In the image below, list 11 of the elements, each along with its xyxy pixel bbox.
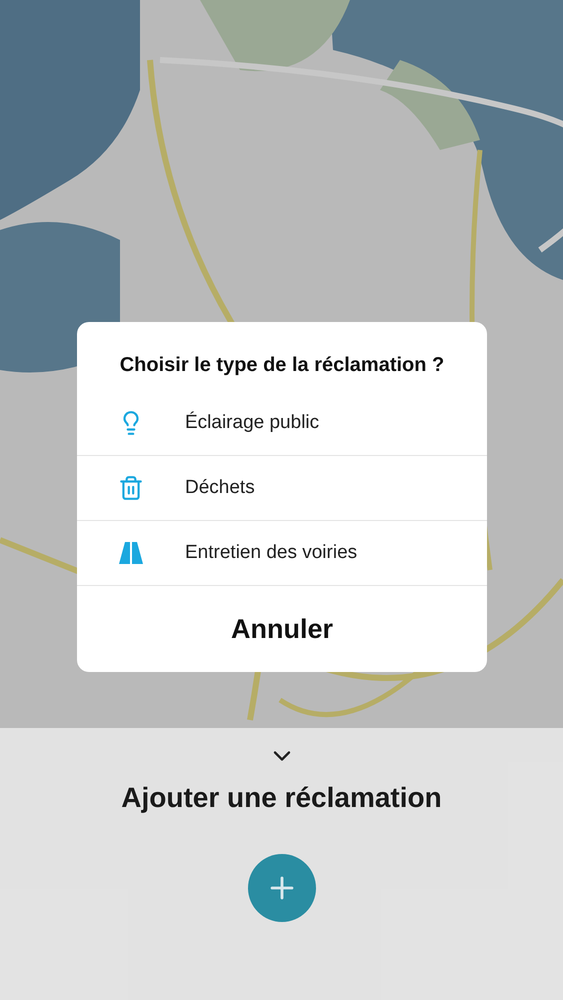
option-item[interactable]: Déchets: [77, 456, 487, 521]
option-label: Déchets: [185, 477, 255, 499]
dialog-title: Choisir le type de la réclamation ?: [118, 353, 446, 378]
cancel-button[interactable]: Annuler: [77, 586, 487, 672]
trash-icon: [118, 475, 144, 501]
panel-title: Ajouter une réclamation: [121, 782, 442, 814]
option-label: Entretien des voiries: [185, 542, 358, 564]
option-item[interactable]: Éclairage public: [77, 391, 487, 456]
option-item[interactable]: Entretien des voiries: [77, 521, 487, 586]
option-label: Éclairage public: [185, 412, 320, 434]
road-icon: [118, 542, 144, 564]
